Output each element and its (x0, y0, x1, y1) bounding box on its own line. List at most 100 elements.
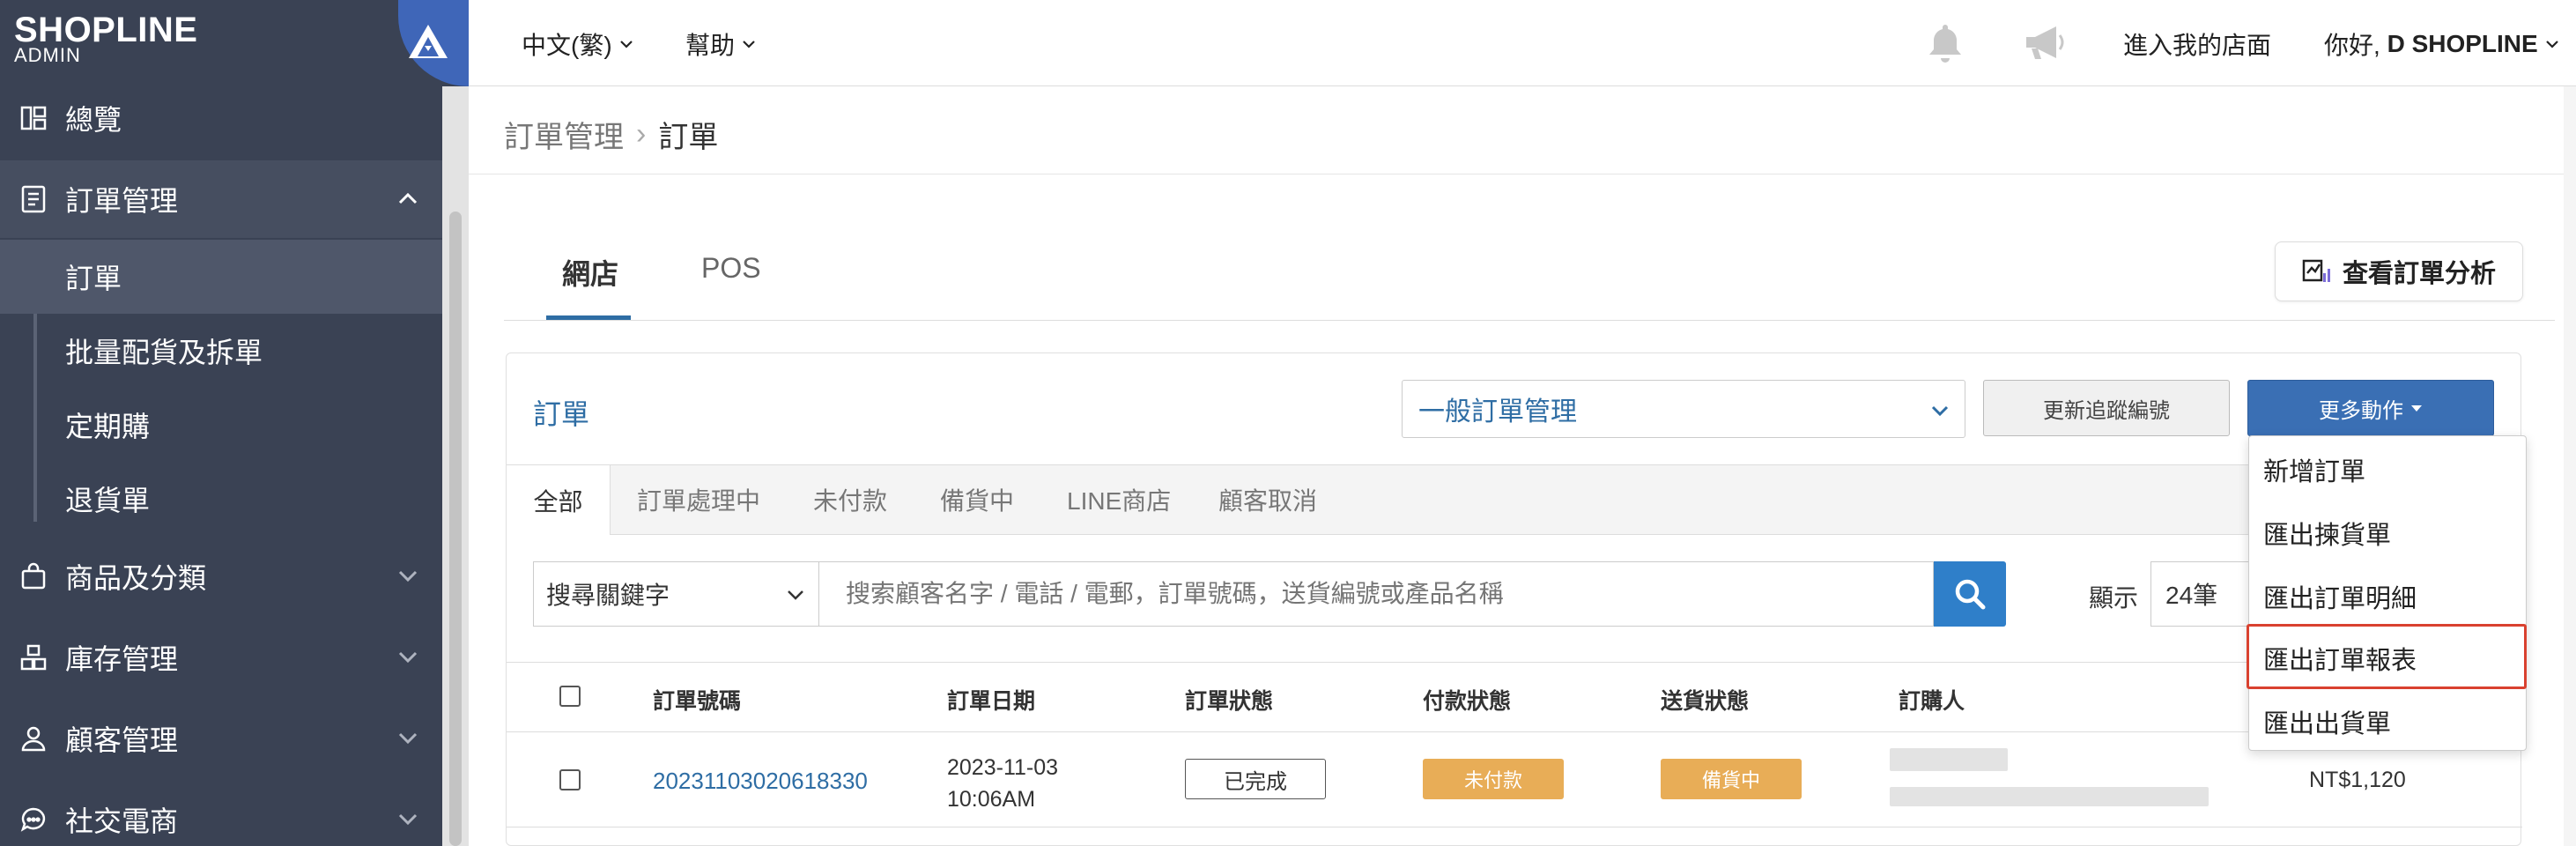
chevron-down-icon (2545, 41, 2558, 48)
sidebar-scrollbar-thumb[interactable] (449, 212, 462, 846)
row-checkbox[interactable] (559, 769, 581, 790)
order-date: 2023-11-03 10:06AM (947, 752, 1058, 815)
sidebar-item-customers[interactable]: 顧客管理 (0, 700, 442, 777)
search-keyword-value: 搜尋關鍵字 (546, 582, 670, 609)
menu-item-export-picking-list[interactable]: 匯出揀貨單 (2249, 501, 2528, 565)
breadcrumb-bar: 訂單管理 › 訂單 (469, 86, 2564, 174)
sidebar-subitem-batch-split[interactable]: 批量配貨及拆單 (0, 314, 442, 388)
menu-item-new-order[interactable]: 新增訂單 (2249, 438, 2528, 501)
chevron-down-icon (743, 41, 755, 48)
column-header-order-date: 訂單日期 (947, 689, 1036, 714)
caret-down-icon (2411, 405, 2422, 412)
chevron-down-icon (396, 724, 419, 758)
greeting-prefix: 你好, (2324, 32, 2387, 59)
table-header: 訂單號碼 訂單日期 訂單狀態 付款狀態 送貨狀態 訂購人 (507, 662, 2522, 732)
per-page-label: 顯示 (2089, 584, 2139, 612)
breadcrumb: 訂單管理 › 訂單 (504, 113, 718, 156)
select-all-checkbox[interactable] (559, 686, 581, 707)
highlight-annotation-box (2247, 624, 2527, 689)
column-header-payment-status: 付款狀態 (1423, 689, 1512, 714)
help-label: 幫助 (685, 32, 736, 59)
order-number-link[interactable]: 20231103020618330 (653, 768, 868, 795)
delivery-status-badge: 備貨中 (1661, 759, 1802, 799)
breadcrumb-parent[interactable]: 訂單管理 (504, 113, 624, 156)
order-status-badge: 已完成 (1185, 759, 1326, 799)
user-menu[interactable]: 你好, D SHOPLINE (2324, 26, 2559, 62)
sidebar-item-label: 社交電商 (65, 805, 179, 837)
help-menu[interactable]: 幫助 (685, 26, 756, 62)
sidebar-item-overview[interactable]: 總覽 (0, 79, 442, 157)
order-date-time: 10:06AM (947, 787, 1036, 812)
order-management-value: 一般訂單管理 (1418, 397, 1577, 427)
sidebar-subitem-label: 批量配貨及拆單 (65, 337, 263, 368)
search-keyword-select[interactable]: 搜尋關鍵字 (533, 561, 818, 627)
chevron-down-icon (619, 41, 633, 48)
chevron-down-icon (1929, 398, 1951, 428)
update-tracking-number-button[interactable]: 更新追蹤編號 (1983, 380, 2230, 436)
tab-divider (504, 320, 2555, 321)
brand-subtitle: ADMIN (14, 44, 81, 66)
tab-pos[interactable]: POS (701, 252, 761, 285)
search-input[interactable] (818, 561, 1934, 627)
order-icon (16, 182, 51, 217)
sidebar-item-label: 顧客管理 (65, 724, 179, 756)
sidebar-subitem-orders[interactable]: 訂單 (0, 240, 442, 314)
sidebar-subitem-returns[interactable]: 退貨單 (0, 462, 442, 536)
chevron-down-icon (396, 643, 419, 677)
visit-store-link[interactable]: 進入我的店面 (2123, 26, 2271, 62)
column-header-order-status: 訂單狀態 (1185, 689, 1274, 714)
sidebar-item-label: 庫存管理 (65, 643, 179, 675)
megaphone-icon[interactable] (2021, 21, 2070, 70)
status-tab-all[interactable]: 全部 (507, 464, 611, 535)
language-selector[interactable]: 中文(繁) (522, 26, 633, 62)
redacted-customer-contact (1890, 787, 2209, 806)
order-management-select[interactable]: 一般訂單管理 (1402, 380, 1965, 438)
sidebar-item-social-commerce[interactable]: 社交電商 (0, 781, 442, 846)
search-button[interactable] (1934, 561, 2006, 627)
sidebar-item-orders[interactable]: 訂單管理 (0, 160, 442, 238)
sidebar-item-products[interactable]: 商品及分類 (0, 538, 442, 615)
status-tab-bar (507, 464, 2522, 535)
table-row: 20231103020618330 2023-11-03 10:06AM 已完成… (507, 732, 2522, 827)
view-order-analysis-button[interactable]: 查看訂單分析 (2275, 241, 2523, 301)
column-header-customer: 訂購人 (1899, 689, 1965, 714)
brand-mark-icon (398, 0, 469, 86)
language-label: 中文(繁) (522, 32, 612, 59)
order-amount: NT$1,120 (2309, 768, 2406, 792)
status-tab-processing[interactable]: 訂單處理中 (637, 464, 760, 535)
redacted-customer-name (1890, 748, 2008, 771)
user-name: D SHOPLINE (2387, 30, 2538, 57)
more-actions-dropdown: 新增訂單 匯出揀貨單 匯出訂單明細 匯出訂單報表 匯出出貨單 (2248, 435, 2527, 751)
menu-item-export-order-details[interactable]: 匯出訂單明細 (2249, 565, 2528, 628)
menu-item-export-delivery-note[interactable]: 匯出出貨單 (2249, 690, 2528, 753)
search-icon (1955, 579, 1986, 610)
sidebar-subitem-label: 訂單 (65, 263, 122, 294)
chevron-down-icon (396, 805, 419, 839)
visit-store-label: 進入我的店面 (2123, 32, 2272, 59)
status-tab-cancelled[interactable]: 顧客取消 (1218, 464, 1317, 535)
more-actions-button[interactable]: 更多動作 (2247, 380, 2494, 436)
sidebar-subitem-label: 定期購 (65, 411, 151, 442)
orders-card: 訂單 一般訂單管理 更新追蹤編號 更多動作 全部 訂單處理中 未付款 備貨中 L… (506, 352, 2522, 846)
sidebar-subitem-label: 退貨單 (65, 485, 151, 516)
inventory-icon (16, 640, 51, 675)
status-tab-line-store[interactable]: LINE商店 (1067, 464, 1171, 535)
sidebar-item-label: 總覽 (65, 104, 122, 136)
user-icon (16, 721, 51, 756)
more-actions-label: 更多動作 (2319, 398, 2403, 423)
sidebar-item-label: 訂單管理 (65, 185, 179, 217)
payment-status-badge: 未付款 (1423, 759, 1564, 799)
tab-online-store[interactable]: 網店 (562, 252, 618, 293)
analytics-icon (2302, 259, 2330, 282)
column-header-order-no: 訂單號碼 (653, 689, 742, 714)
sidebar-item-inventory[interactable]: 庫存管理 (0, 619, 442, 696)
status-tab-preparing[interactable]: 備貨中 (940, 464, 1014, 535)
status-tab-unpaid[interactable]: 未付款 (813, 464, 887, 535)
brand-logo-area[interactable]: SHOPLINE ADMIN (0, 0, 469, 86)
card-title: 訂單 (533, 398, 590, 430)
chat-icon (16, 802, 51, 837)
sidebar-subitem-subscription[interactable]: 定期購 (0, 388, 442, 462)
breadcrumb-current: 訂單 (658, 121, 719, 154)
chevron-down-icon (785, 583, 806, 612)
bell-icon[interactable] (1924, 21, 1966, 70)
